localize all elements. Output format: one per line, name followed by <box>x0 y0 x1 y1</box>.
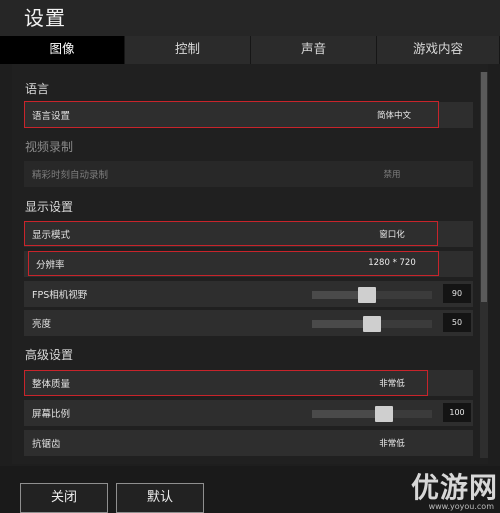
panel-scrollbar[interactable] <box>480 72 488 458</box>
tab-controls[interactable]: 控制 <box>125 36 251 64</box>
auto-record-value[interactable]: 禁用 <box>342 168 442 180</box>
row-brightness[interactable]: 亮度 50 <box>24 310 473 336</box>
resolution-value[interactable]: 1280 * 720 <box>342 258 442 268</box>
tab-game-content[interactable]: 游戏内容 <box>377 36 500 64</box>
tab-sound[interactable]: 声音 <box>251 36 377 64</box>
row-fps-fov[interactable]: FPS相机视野 90 <box>24 281 473 307</box>
row-label: FPS相机视野 <box>32 290 88 301</box>
section-video-recording: 视频录制 <box>25 140 74 154</box>
brightness-value-box[interactable]: 50 <box>443 313 471 332</box>
watermark: 优游网 www.yoyou.com <box>382 466 500 513</box>
window-title: 设置 <box>24 6 66 30</box>
brightness-slider-track[interactable] <box>312 316 432 332</box>
row-label: 精彩时刻自动录制 <box>32 170 109 181</box>
language-value[interactable]: 简体中文 <box>344 109 444 121</box>
row-overall-quality[interactable]: 整体质量 非常低 <box>24 370 473 396</box>
row-label: 显示模式 <box>32 230 71 241</box>
fov-slider-handle[interactable] <box>358 287 376 303</box>
fov-slider-track[interactable] <box>312 287 432 303</box>
title-bar: 设置 <box>0 0 500 36</box>
row-display-mode[interactable]: 显示模式 窗口化 <box>24 221 473 247</box>
row-language-setting[interactable]: 语言设置 简体中文 <box>24 102 473 128</box>
watermark-url: www.yoyou.com <box>428 502 494 511</box>
row-anti-aliasing[interactable]: 抗锯齿 非常低 <box>24 430 473 456</box>
display-mode-value[interactable]: 窗口化 <box>342 228 442 240</box>
section-advanced: 高级设置 <box>25 348 74 362</box>
row-label: 亮度 <box>32 319 52 330</box>
tab-bar: 图像 控制 声音 游戏内容 <box>0 36 500 64</box>
close-button[interactable]: 关闭 <box>20 483 108 513</box>
watermark-logo: 优游网 <box>410 471 498 504</box>
screen-scale-slider-track[interactable] <box>312 406 432 422</box>
tab-graphics[interactable]: 图像 <box>0 36 125 64</box>
row-label: 分辨率 <box>36 260 65 271</box>
scrollbar-thumb[interactable] <box>481 72 487 302</box>
screen-scale-slider-fill <box>312 410 384 418</box>
overall-quality-value[interactable]: 非常低 <box>342 377 442 389</box>
screen-scale-value-box[interactable]: 100 <box>443 403 471 422</box>
brightness-slider-handle[interactable] <box>363 316 381 332</box>
section-display: 显示设置 <box>25 200 74 214</box>
default-button[interactable]: 默认 <box>116 483 204 513</box>
fov-value-box[interactable]: 90 <box>443 284 471 303</box>
row-resolution[interactable]: 分辨率 1280 * 720 <box>24 251 473 277</box>
settings-panel: 语言 语言设置 简体中文 视频录制 精彩时刻自动录制 禁用 显示设置 显示模式 … <box>12 64 488 464</box>
anti-aliasing-value[interactable]: 非常低 <box>342 437 442 449</box>
row-label: 整体质量 <box>32 379 71 390</box>
row-screen-scale[interactable]: 屏幕比例 100 <box>24 400 473 426</box>
section-language: 语言 <box>25 82 50 96</box>
row-label: 语言设置 <box>32 111 71 122</box>
row-auto-record[interactable]: 精彩时刻自动录制 禁用 <box>24 161 473 187</box>
row-label: 抗锯齿 <box>32 439 61 450</box>
row-label: 屏幕比例 <box>32 409 71 420</box>
screen-scale-slider-handle[interactable] <box>375 406 393 422</box>
